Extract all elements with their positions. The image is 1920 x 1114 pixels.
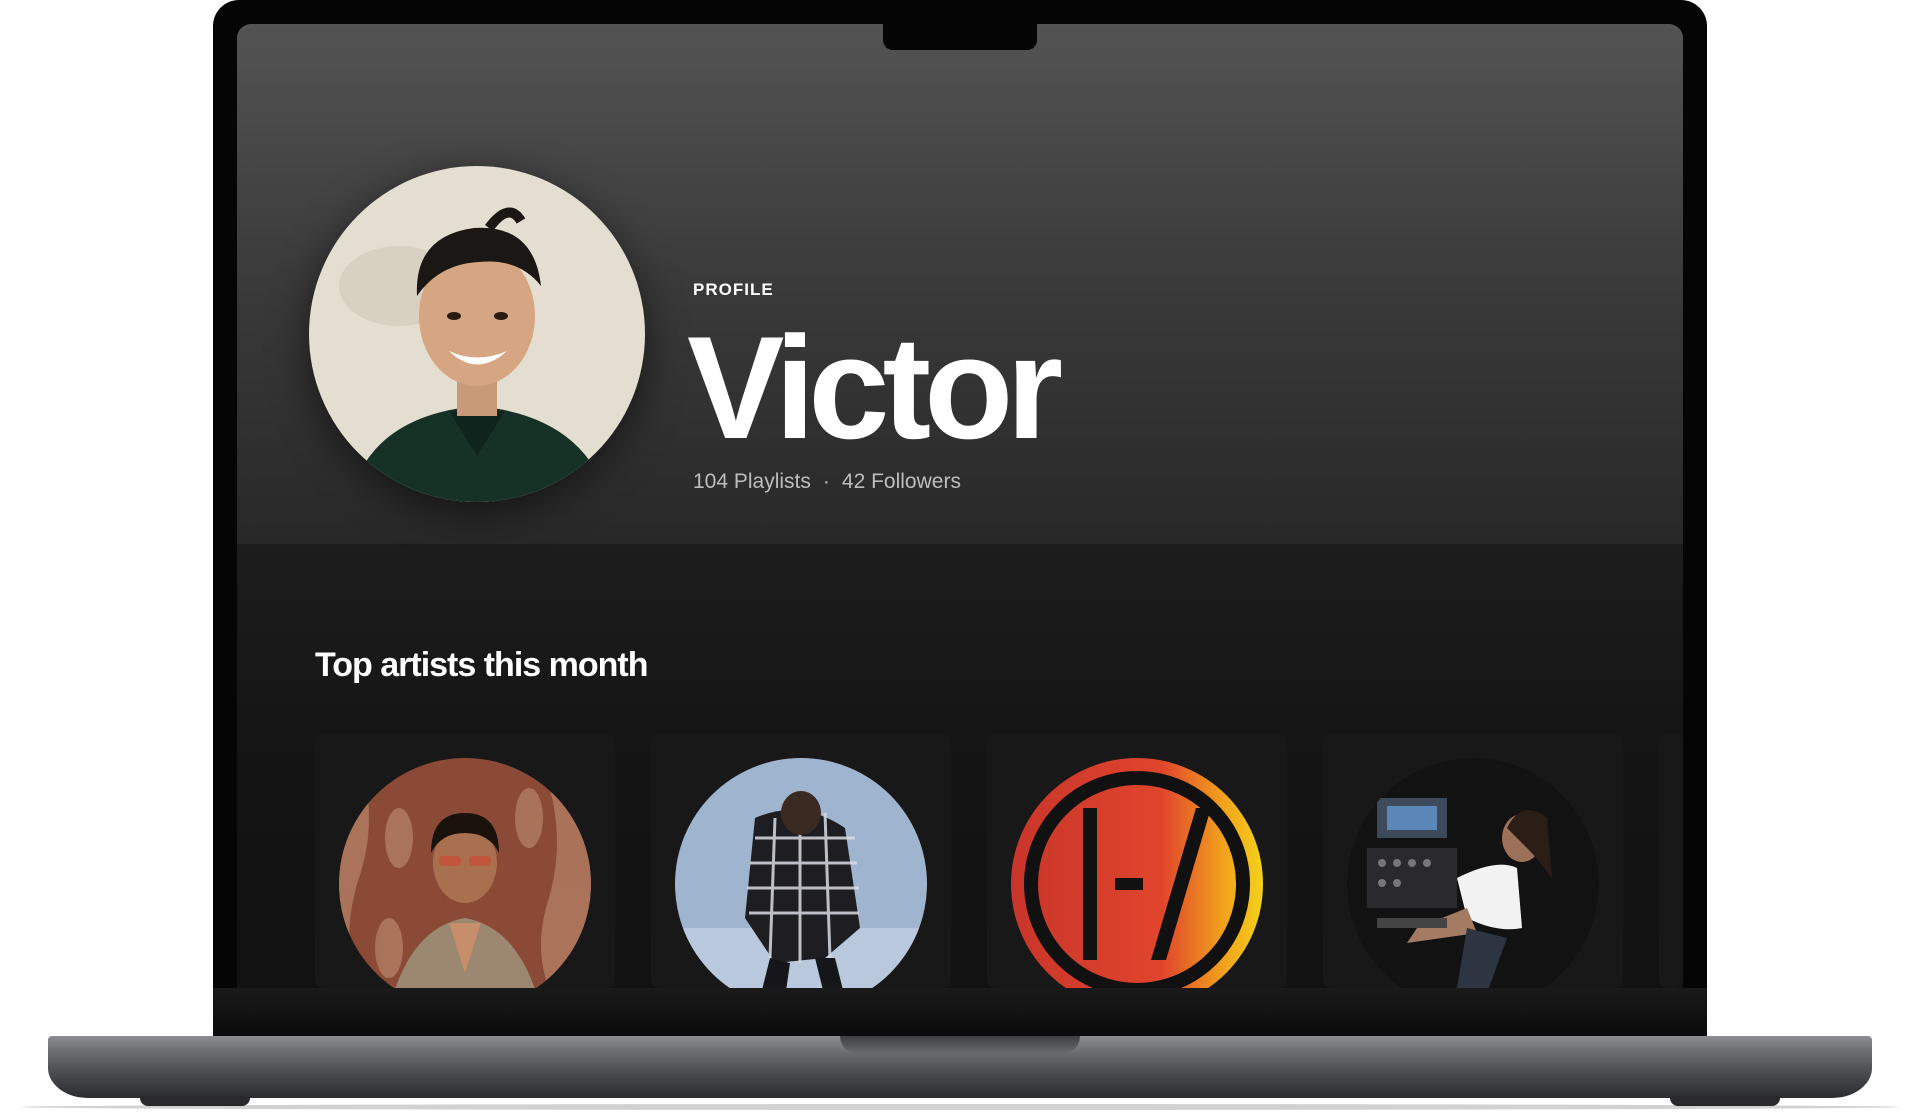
artist-image — [1011, 758, 1263, 988]
artist-card[interactable] — [315, 734, 615, 988]
profile-stats: 104 Playlists · 42 Followers — [693, 470, 961, 494]
artist-card[interactable] — [987, 734, 1287, 988]
profile-avatar[interactable] — [309, 166, 645, 502]
laptop-chin — [213, 988, 1707, 1036]
ground-shadow — [20, 1104, 1900, 1110]
artist-card-partial[interactable] — [1659, 734, 1683, 988]
artist-image — [675, 758, 927, 988]
followers-count[interactable]: 42 Followers — [842, 470, 961, 494]
laptop-opening-notch — [840, 1036, 1080, 1054]
laptop-mockup: PROFILE Victor 104 Playlists · 42 Follow… — [0, 0, 1920, 1114]
camera-notch — [883, 24, 1037, 50]
artist-card[interactable] — [1323, 734, 1623, 988]
profile-type-label: PROFILE — [693, 280, 774, 299]
stats-separator: · — [822, 470, 830, 493]
playlists-count[interactable]: 104 Playlists — [693, 470, 811, 494]
profile-name: Victor — [687, 306, 1063, 469]
artist-image — [1347, 758, 1599, 988]
artist-image — [339, 758, 591, 988]
top-artists-title[interactable]: Top artists this month — [315, 646, 648, 685]
artist-card[interactable] — [651, 734, 951, 988]
